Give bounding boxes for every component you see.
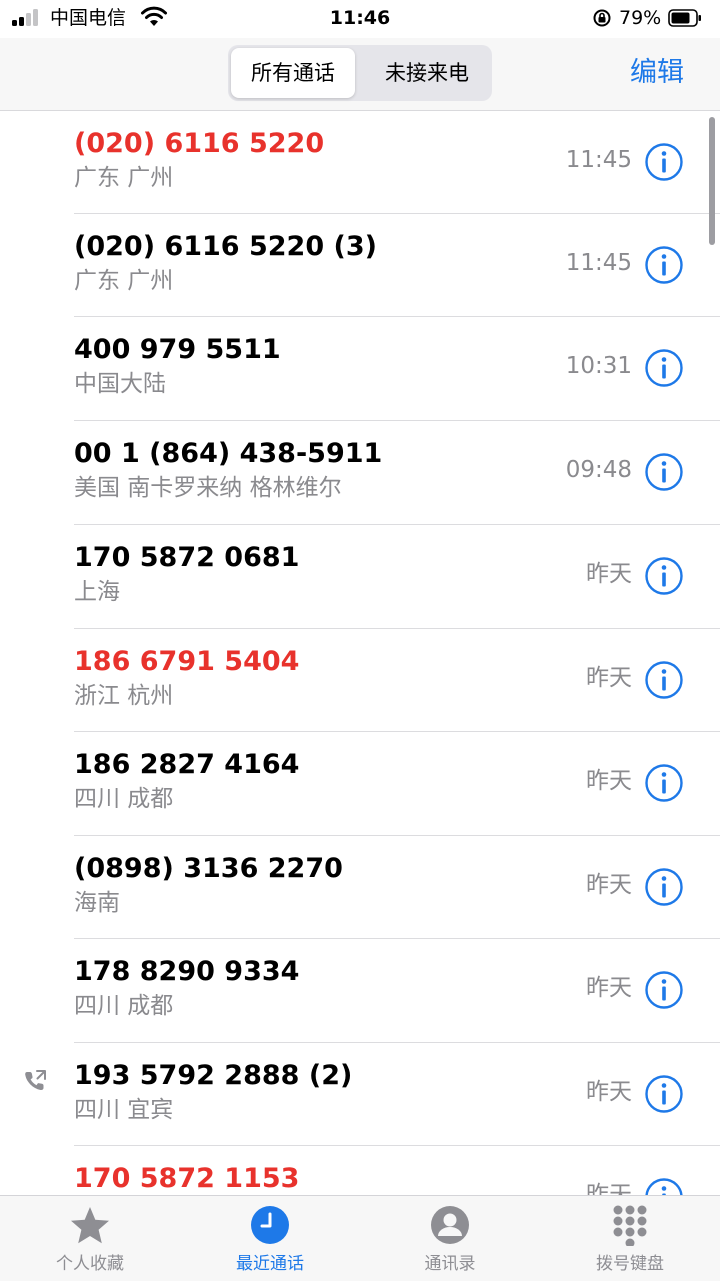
call-row[interactable]: (020) 6116 5220 广东 广州 11:45 bbox=[0, 111, 720, 214]
call-number: 193 5792 2888 (2) bbox=[74, 1060, 353, 1091]
call-time: 10:31 bbox=[565, 353, 632, 379]
call-number: 170 5872 0681 bbox=[74, 542, 300, 573]
info-icon[interactable] bbox=[644, 763, 684, 803]
status-bar: 中国电信 11:46 79% bbox=[0, 0, 720, 38]
call-number: 170 5872 1153 bbox=[74, 1163, 300, 1194]
scrollbar[interactable] bbox=[709, 117, 715, 245]
call-time: 昨天 bbox=[586, 665, 632, 691]
segment-all-calls[interactable]: 所有通话 bbox=[231, 48, 355, 98]
keypad-icon bbox=[613, 1205, 647, 1246]
call-time: 11:45 bbox=[565, 250, 632, 276]
call-number: 178 8290 9334 bbox=[74, 956, 300, 987]
call-number: 00 1 (864) 438-5911 bbox=[74, 438, 383, 469]
info-icon[interactable] bbox=[644, 1177, 684, 1195]
tab-label: 个人收藏 bbox=[56, 1254, 124, 1274]
info-icon[interactable] bbox=[644, 556, 684, 596]
call-row[interactable]: 170 5872 0681 上海 昨天 bbox=[0, 525, 720, 629]
call-location: 海南 bbox=[74, 890, 120, 916]
call-time: 昨天 bbox=[586, 561, 632, 587]
battery-percentage: 79% bbox=[619, 7, 662, 29]
clock-icon bbox=[251, 1206, 289, 1244]
call-number: 400 979 5511 bbox=[74, 334, 281, 365]
call-row[interactable]: 400 979 5511 中国大陆 10:31 bbox=[0, 317, 720, 421]
call-time: 09:48 bbox=[565, 457, 632, 483]
call-time: 昨天 bbox=[586, 872, 632, 898]
orientation-lock-icon bbox=[593, 9, 611, 27]
call-location: 四川 宜宾 bbox=[74, 1097, 174, 1123]
call-location: 四川 成都 bbox=[74, 993, 174, 1019]
tab-bar: 个人收藏 最近通话 通讯录 拨号键盘 bbox=[0, 1195, 720, 1281]
recents-header: 所有通话 未接来电 编辑 bbox=[0, 38, 720, 111]
call-location: 广东 广州 bbox=[74, 165, 174, 191]
tab-recents[interactable]: 最近通话 bbox=[180, 1196, 360, 1281]
segment-missed-calls[interactable]: 未接来电 bbox=[365, 48, 489, 98]
call-row[interactable]: 00 1 (864) 438-5911 美国 南卡罗来纳 格林维尔 09:48 bbox=[0, 421, 720, 525]
call-number: (020) 6116 5220 (3) bbox=[74, 231, 377, 262]
call-row[interactable]: 170 5872 1153 昨天 bbox=[0, 1146, 720, 1195]
call-location: 美国 南卡罗来纳 格林维尔 bbox=[74, 475, 342, 501]
call-row[interactable]: (020) 6116 5220 (3) 广东 广州 11:45 bbox=[0, 214, 720, 317]
tab-label: 拨号键盘 bbox=[596, 1254, 664, 1274]
info-icon[interactable] bbox=[644, 970, 684, 1010]
tab-keypad[interactable]: 拨号键盘 bbox=[540, 1196, 720, 1281]
tab-label: 通讯录 bbox=[424, 1254, 476, 1274]
info-icon[interactable] bbox=[644, 142, 684, 182]
tab-contacts[interactable]: 通讯录 bbox=[360, 1196, 540, 1281]
info-icon[interactable] bbox=[644, 867, 684, 907]
call-location: 广东 广州 bbox=[74, 268, 174, 294]
call-location: 上海 bbox=[74, 579, 120, 605]
call-row[interactable]: (0898) 3136 2270 海南 昨天 bbox=[0, 836, 720, 939]
battery-icon bbox=[668, 9, 701, 27]
tab-favorites[interactable]: 个人收藏 bbox=[0, 1196, 180, 1281]
call-number: (0898) 3136 2270 bbox=[74, 853, 343, 884]
call-number: 186 6791 5404 bbox=[74, 646, 300, 677]
call-location: 四川 成都 bbox=[74, 786, 174, 812]
info-icon[interactable] bbox=[644, 245, 684, 285]
info-icon[interactable] bbox=[644, 660, 684, 700]
call-time: 昨天 bbox=[586, 1079, 632, 1105]
call-location: 中国大陆 bbox=[74, 371, 166, 397]
info-icon[interactable] bbox=[644, 452, 684, 492]
star-icon bbox=[71, 1207, 109, 1244]
person-icon bbox=[431, 1206, 469, 1244]
call-time: 昨天 bbox=[586, 975, 632, 1001]
call-row[interactable]: 186 6791 5404 浙江 杭州 昨天 bbox=[0, 629, 720, 732]
call-row[interactable]: 193 5792 2888 (2) 四川 宜宾 昨天 bbox=[0, 1043, 720, 1146]
recent-calls-list: (020) 6116 5220 广东 广州 11:45 (020) 6116 5220… bbox=[0, 111, 720, 1195]
call-location: 浙江 杭州 bbox=[74, 683, 174, 709]
call-number: 186 2827 4164 bbox=[74, 749, 300, 780]
call-number: (020) 6116 5220 bbox=[74, 128, 325, 159]
call-row[interactable]: 178 8290 9334 四川 成都 昨天 bbox=[0, 939, 720, 1043]
calls-filter-segmented-control: 所有通话 未接来电 bbox=[228, 45, 492, 101]
call-time: 昨天 bbox=[586, 1182, 632, 1195]
status-time: 11:46 bbox=[329, 7, 391, 29]
info-icon[interactable] bbox=[644, 348, 684, 388]
call-time: 11:45 bbox=[565, 147, 632, 173]
edit-button[interactable]: 编辑 bbox=[630, 54, 684, 92]
info-icon[interactable] bbox=[644, 1074, 684, 1114]
tab-label: 最近通话 bbox=[236, 1254, 304, 1274]
outgoing-call-icon bbox=[22, 1068, 48, 1094]
call-time: 昨天 bbox=[586, 768, 632, 794]
call-row[interactable]: 186 2827 4164 四川 成都 昨天 bbox=[0, 732, 720, 836]
